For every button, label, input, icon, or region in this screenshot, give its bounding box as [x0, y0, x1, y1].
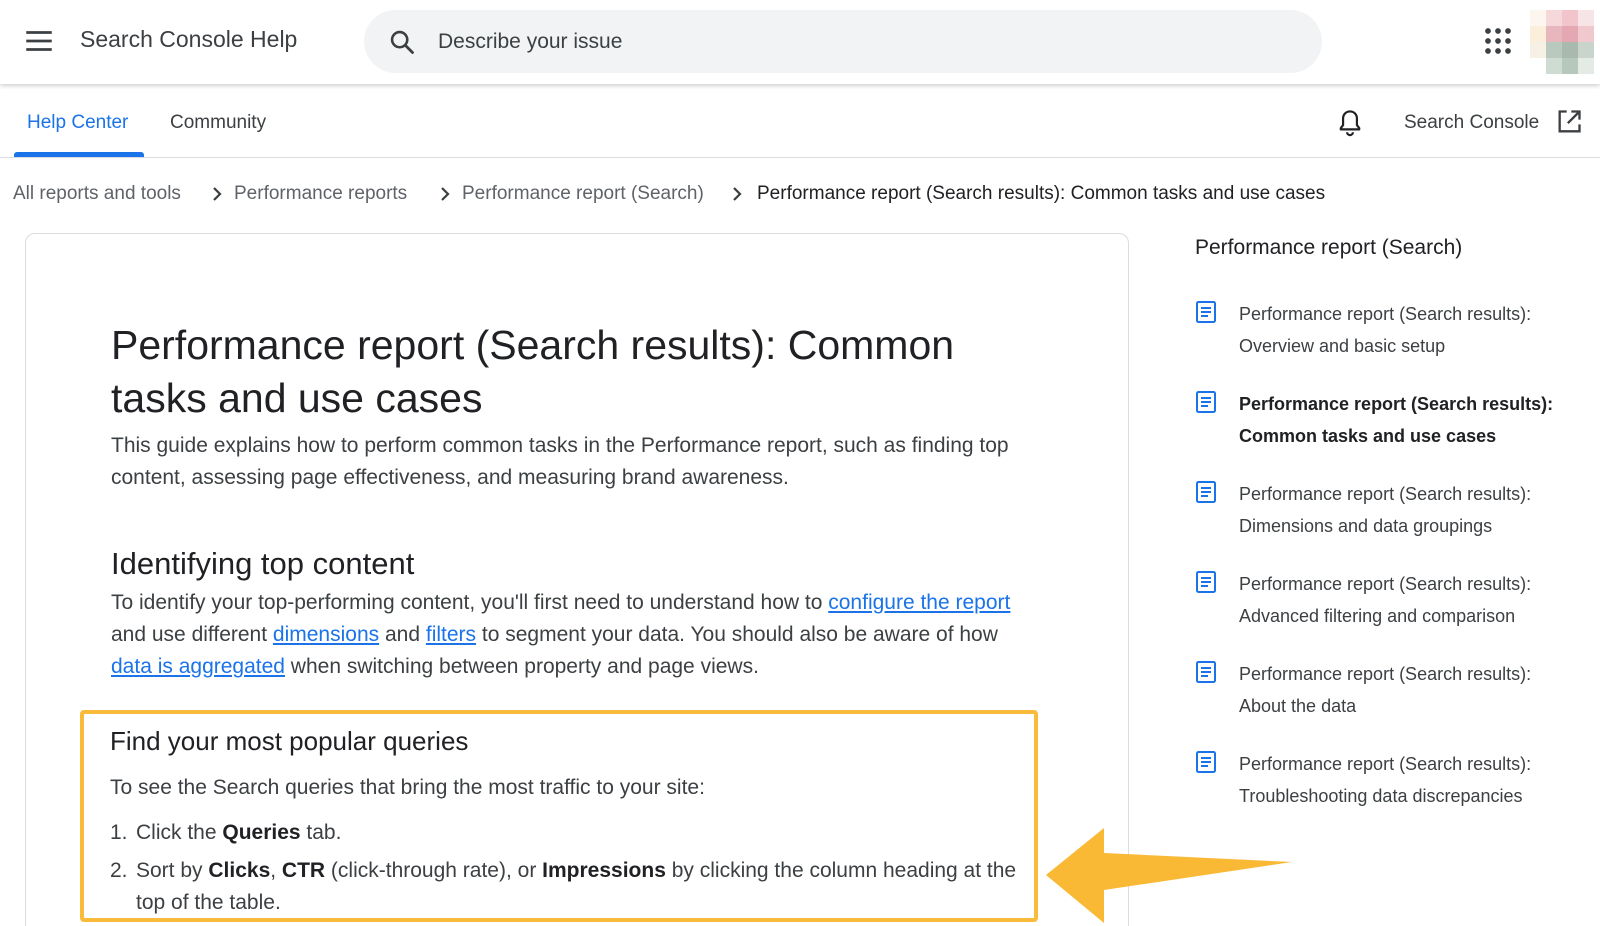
data-aggregated-link[interactable]: data is aggregated — [111, 655, 285, 678]
chevron-right-icon — [441, 187, 450, 201]
article-icon — [1196, 571, 1216, 593]
tab-community[interactable]: Community — [170, 112, 266, 134]
article-icon — [1196, 661, 1216, 683]
apps-grid-icon[interactable] — [1483, 26, 1513, 56]
section-heading: Identifying top content — [111, 546, 415, 581]
step-text: tab. — [300, 821, 342, 844]
breadcrumb-item-performance-report-search[interactable]: Performance report (Search) — [462, 183, 704, 205]
tab-help-center[interactable]: Help Center — [27, 112, 128, 134]
sidebar-title: Performance report (Search) — [1195, 236, 1463, 259]
filters-link[interactable]: filters — [426, 623, 476, 646]
sidebar-item-label: Performance report (Search results): Dim… — [1239, 484, 1532, 536]
list-item: 1. Click the Queries tab. — [110, 817, 1020, 849]
step-text: (click-through rate), or — [325, 859, 543, 882]
tab-bar: Help Center Community Search Console — [0, 84, 1600, 158]
search-console-link[interactable]: Search Console — [1404, 112, 1539, 134]
section-paragraph: To identify your top-performing content,… — [111, 587, 1036, 683]
step-bold-text: CTR — [281, 859, 326, 882]
paragraph-text: To identify your top-performing content,… — [111, 591, 829, 614]
callout-heading: Find your most popular queries — [110, 726, 469, 756]
article-intro: This guide explains how to perform commo… — [111, 434, 1009, 489]
bell-icon[interactable] — [1336, 108, 1364, 138]
paragraph-text: when switching between property and page… — [284, 655, 759, 678]
step-bold-text: Queries — [222, 821, 301, 844]
step-number: 2. — [110, 859, 128, 882]
highlighted-callout: Find your most popular queries To see th… — [80, 710, 1038, 922]
breadcrumb-item-all-reports[interactable]: All reports and tools — [13, 183, 181, 205]
step-bold-text: Clicks — [208, 859, 271, 882]
active-tab-indicator — [14, 152, 144, 157]
hamburger-menu-icon[interactable] — [22, 24, 56, 58]
step-number: 1. — [110, 821, 128, 844]
avatar[interactable] — [1530, 10, 1594, 74]
sidebar-item-label: Performance report (Search results): Adv… — [1239, 574, 1532, 626]
step-text: Sort by — [136, 859, 209, 882]
article-icon — [1196, 301, 1216, 323]
breadcrumb-item-performance-reports[interactable]: Performance reports — [234, 183, 407, 205]
article-icon — [1196, 391, 1216, 413]
dimensions-link[interactable]: dimensions — [273, 623, 379, 646]
sidebar-item-label: Performance report (Search results): Com… — [1239, 394, 1554, 446]
paragraph-text: and — [379, 623, 426, 646]
open-in-new-icon[interactable] — [1555, 108, 1583, 136]
search-icon[interactable] — [388, 28, 416, 56]
search-bar[interactable] — [364, 10, 1322, 73]
sidebar-item-label: Performance report (Search results): Ove… — [1239, 304, 1532, 356]
paragraph-text: to segment your data. You should also be… — [476, 623, 998, 646]
top-app-bar: Search Console Help — [0, 0, 1600, 84]
paragraph-text: and use different — [111, 623, 273, 646]
pointer-arrow-icon — [1046, 828, 1292, 923]
step-text: , — [270, 859, 282, 882]
page-title: Performance report (Search results): Com… — [111, 322, 955, 421]
chevron-right-icon — [733, 187, 742, 201]
steps-list: 1. Click the Queries tab. 2. Sort by Cli… — [110, 817, 1020, 925]
app-title[interactable]: Search Console Help — [80, 26, 297, 53]
list-item: 2. Sort by Clicks, CTR (click-through ra… — [110, 855, 1020, 919]
search-input[interactable] — [438, 10, 1298, 73]
step-text: Click the — [136, 821, 223, 844]
chevron-right-icon — [213, 187, 222, 201]
configure-report-link[interactable]: configure the report — [828, 591, 1010, 614]
callout-lead: To see the Search queries that bring the… — [110, 776, 705, 799]
sidebar-item-label: Performance report (Search results): Tro… — [1239, 754, 1532, 806]
sidebar-item-label: Performance report (Search results): Abo… — [1239, 664, 1532, 716]
article-icon — [1196, 481, 1216, 503]
step-bold-text: Impressions — [542, 859, 666, 882]
article-icon — [1196, 751, 1216, 773]
breadcrumb-item-current: Performance report (Search results): Com… — [757, 183, 1326, 204]
